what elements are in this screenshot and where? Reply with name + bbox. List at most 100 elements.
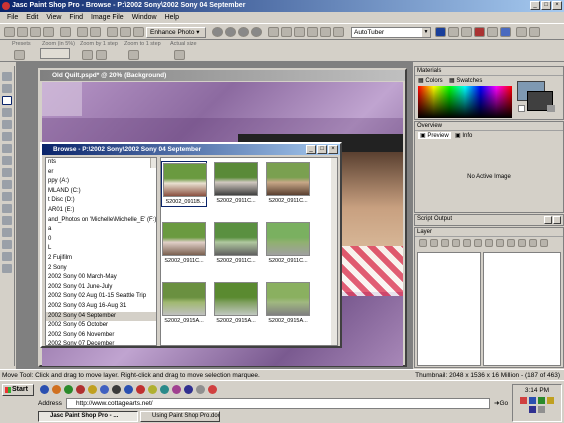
pause-icon[interactable] <box>487 27 498 37</box>
folder-tree-item[interactable]: 2002 Sony 03 Aug 16-Aug 31 <box>46 302 156 312</box>
folder-tree-item[interactable]: t Disc (D:) <box>46 196 156 206</box>
folder-tree-item[interactable]: 2002 Sony 04 September <box>46 311 156 322</box>
text-tool-icon[interactable] <box>2 240 12 249</box>
perspective-icon[interactable] <box>238 27 249 37</box>
cut-icon[interactable] <box>107 27 118 37</box>
swatches-tab[interactable]: ▦ Swatches <box>449 77 482 84</box>
tray-icon-2[interactable] <box>529 397 536 404</box>
preview-tab[interactable]: ▣ Preview <box>418 132 451 139</box>
thumbnail-item[interactable]: S2002_0911C... <box>265 221 311 267</box>
browse-icon[interactable] <box>30 27 41 37</box>
menu-find[interactable]: Find <box>65 12 87 23</box>
save-icon[interactable] <box>60 27 71 37</box>
red-eye-icon[interactable] <box>251 27 262 37</box>
zoom-tool-icon[interactable] <box>2 84 12 93</box>
folder-tree-item[interactable]: 2002 Sony 05 October <box>46 321 156 331</box>
overview-icon[interactable] <box>294 27 305 37</box>
folder-tree-item[interactable]: 2002 Sony 01 June-July <box>46 283 156 293</box>
folder-tree-item[interactable]: and_Photos on 'Michelle\Michelle_E' (F:) <box>46 216 156 226</box>
material-lock-icon[interactable] <box>547 105 555 112</box>
straighten-icon[interactable] <box>225 27 236 37</box>
minimize-button[interactable]: _ <box>530 1 540 10</box>
scan-icon[interactable] <box>43 27 54 37</box>
paste-icon[interactable] <box>133 27 144 37</box>
tray-icon-6[interactable] <box>538 406 545 413</box>
layers-icon[interactable] <box>281 27 292 37</box>
eraser-icon[interactable] <box>2 216 12 225</box>
thumbnail-item[interactable]: S2002_0915A... <box>265 281 311 327</box>
tray-icon-1[interactable] <box>520 397 527 404</box>
folder-tree-item[interactable]: 2002 Sony 02 Aug 01-15 Seattle Trip <box>46 292 156 302</box>
tray-icon-5[interactable] <box>529 406 536 413</box>
zoom-in-icon[interactable] <box>82 50 93 60</box>
color-picker-rainbow[interactable] <box>418 86 512 118</box>
adjustment-layer-icon[interactable] <box>463 239 471 247</box>
play-icon[interactable] <box>500 27 511 37</box>
menu-help[interactable]: Help <box>161 12 183 23</box>
folder-tree-item[interactable]: er <box>46 168 156 178</box>
script-close-button[interactable] <box>553 216 561 224</box>
quicklaunch-4-icon[interactable] <box>76 385 85 394</box>
thumbnail-item[interactable]: S2002_0911C... <box>213 161 259 207</box>
quicklaunch-14-icon[interactable] <box>196 385 205 394</box>
layer-properties-icon[interactable] <box>496 239 504 247</box>
script-minimize-button[interactable] <box>544 216 552 224</box>
close-button[interactable]: × <box>552 1 562 10</box>
colors-tab[interactable]: ▦ Colors <box>418 77 443 84</box>
straighten-tool-icon[interactable] <box>2 168 12 177</box>
task-paint-shop-pro[interactable]: Jasc Paint Shop Pro - ... <box>38 411 138 422</box>
move-tool-icon[interactable] <box>2 96 12 105</box>
actual-size-icon[interactable] <box>174 50 185 60</box>
redo-icon[interactable] <box>90 27 101 37</box>
folder-tree-item[interactable]: 2002 Sony 07 December <box>46 340 156 345</box>
browse-maximize-button[interactable]: □ <box>317 145 327 154</box>
thumbnail-item[interactable]: S2002_0911C... <box>213 221 259 267</box>
start-button[interactable]: Start <box>2 384 34 396</box>
thumbnail-item[interactable]: S2002_0915A... <box>161 281 207 327</box>
script-icon[interactable] <box>320 27 331 37</box>
quicklaunch-10-icon[interactable] <box>148 385 157 394</box>
folder-tree-item[interactable]: 2 Fujifilm <box>46 254 156 264</box>
new-vector-layer-icon[interactable] <box>430 239 438 247</box>
pan-tool-icon[interactable] <box>2 72 12 81</box>
magic-wand-icon[interactable] <box>2 132 12 141</box>
info-tab[interactable]: ▣ Info <box>455 132 472 139</box>
quicklaunch-ie-icon[interactable] <box>40 385 49 394</box>
delete-layer-icon[interactable] <box>485 239 493 247</box>
tree-scrollbar[interactable] <box>150 158 156 168</box>
zoom-to-icon[interactable] <box>128 50 139 60</box>
duplicate-layer-icon[interactable] <box>474 239 482 247</box>
undo-icon[interactable] <box>77 27 88 37</box>
browse-close-button[interactable]: × <box>328 145 338 154</box>
quicklaunch-7-icon[interactable] <box>112 385 121 394</box>
thumbnail-item[interactable]: S2002_0911C... <box>265 161 311 207</box>
retouch-icon[interactable] <box>2 204 12 213</box>
visibility-icon[interactable] <box>529 239 537 247</box>
thumbnail-item[interactable]: S2002_0911C... <box>161 221 207 267</box>
dropper-icon[interactable] <box>2 144 12 153</box>
quicklaunch-8-icon[interactable] <box>124 385 133 394</box>
flood-fill-icon[interactable] <box>2 228 12 237</box>
new-group-icon[interactable] <box>441 239 449 247</box>
run-script-icon[interactable] <box>435 27 446 37</box>
open-icon[interactable] <box>17 27 28 37</box>
edit-script-icon[interactable] <box>461 27 472 37</box>
folder-tree-item[interactable]: AR01 (E:) <box>46 206 156 216</box>
mixer-icon[interactable] <box>333 27 344 37</box>
thumbnail-item[interactable]: S2002_0915A... <box>213 281 259 327</box>
menu-edit[interactable]: Edit <box>22 12 42 23</box>
context-help-icon[interactable] <box>529 27 540 37</box>
swap-colors-icon[interactable] <box>518 105 525 112</box>
shape-tool-icon[interactable] <box>2 252 12 261</box>
crop-tool-icon[interactable] <box>2 156 12 165</box>
browse-minimize-button[interactable]: _ <box>306 145 316 154</box>
histogram-icon[interactable] <box>307 27 318 37</box>
quicklaunch-6-icon[interactable] <box>100 385 109 394</box>
folder-tree-item[interactable]: 2002 Sony 00 March-May <box>46 273 156 283</box>
folder-tree-item[interactable]: L <box>46 244 156 254</box>
quicklaunch-11-icon[interactable] <box>160 385 169 394</box>
maximize-button[interactable]: □ <box>541 1 551 10</box>
thumbnail-scrollbar[interactable] <box>331 158 337 345</box>
quicklaunch-firefox-icon[interactable] <box>52 385 61 394</box>
tray-icon-3[interactable] <box>538 397 545 404</box>
